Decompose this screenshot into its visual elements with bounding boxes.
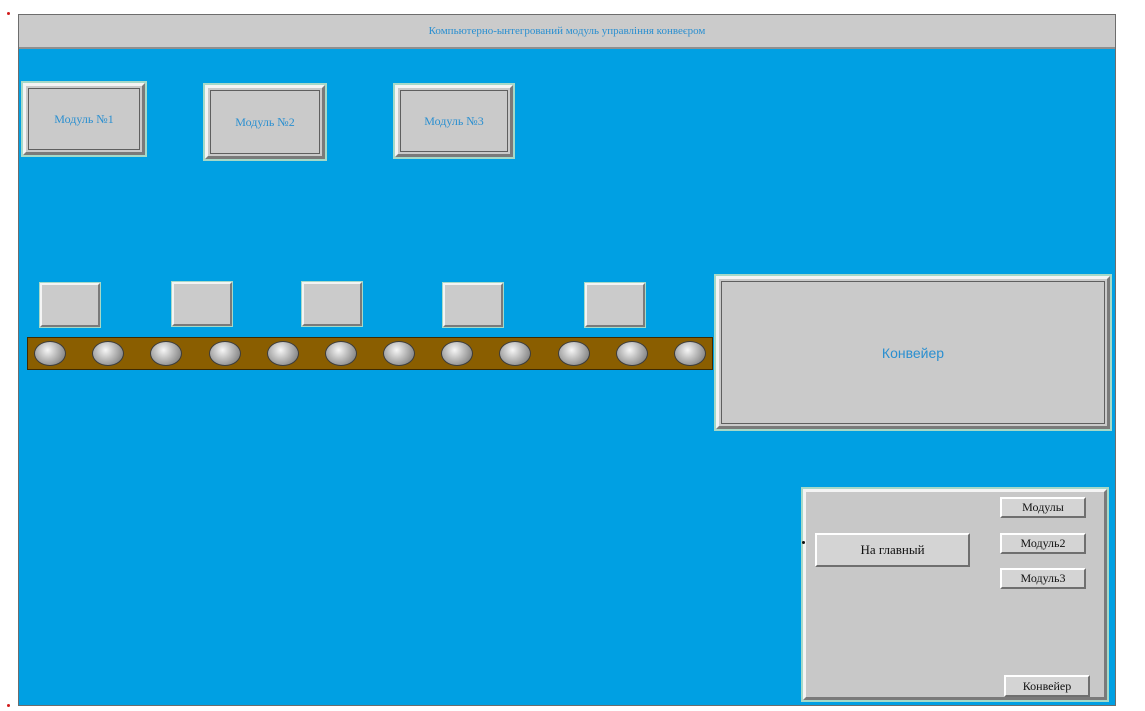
conveyor-item-3	[302, 282, 362, 326]
conveyor-display-panel[interactable]: Конвейер	[716, 276, 1110, 429]
window-title: Компьютерно-ынтегрований модуль управлін…	[428, 25, 706, 37]
module1-nav-button[interactable]: Модулы	[1000, 497, 1086, 518]
module3-nav-button[interactable]: Модуль3	[1000, 568, 1086, 589]
conveyor-roller	[441, 341, 474, 366]
conveyor-item-1	[40, 283, 100, 327]
conveyor-roller	[208, 341, 241, 366]
conveyor-roller	[557, 341, 590, 366]
module-2-label: Модуль №2	[235, 114, 295, 129]
conveyor-roller	[615, 341, 648, 366]
module-1-label: Модуль №1	[54, 111, 114, 126]
conveyor-roller	[266, 341, 299, 366]
module-3-label: Модуль №3	[424, 113, 484, 128]
conveyor-belt	[27, 337, 713, 370]
conveyor-roller	[673, 341, 706, 366]
title-bar: Компьютерно-ынтегрований модуль управлін…	[19, 15, 1115, 49]
module-3-button[interactable]: Модуль №3	[395, 85, 513, 157]
home-button[interactable]: На главный	[815, 533, 970, 567]
conveyor-item-4	[443, 283, 503, 327]
module2-nav-button[interactable]: Модуль2	[1000, 533, 1086, 554]
navigation-panel: Модулы На главный Модуль2 Модуль3 Конвей…	[802, 489, 1107, 700]
corner-marker-top-left	[7, 12, 10, 15]
conveyor-roller	[92, 341, 125, 366]
conveyor-roller	[383, 341, 416, 366]
module-2-button[interactable]: Модуль №2	[205, 85, 325, 159]
conveyor-panel-label: Конвейер	[881, 344, 945, 361]
panel-marker	[802, 541, 805, 544]
hmi-screen: Компьютерно-ынтегрований модуль управлін…	[18, 14, 1116, 706]
conveyor-roller	[324, 341, 357, 366]
conveyor-roller	[34, 341, 66, 366]
conveyor-roller	[150, 341, 183, 366]
module-1-button[interactable]: Модуль №1	[23, 83, 145, 155]
conveyor-roller	[499, 341, 532, 366]
corner-marker-bottom-left	[7, 704, 10, 707]
conveyor-nav-button[interactable]: Конвейер	[1004, 675, 1090, 697]
conveyor-item-2	[172, 282, 232, 326]
conveyor-item-5	[585, 283, 645, 327]
